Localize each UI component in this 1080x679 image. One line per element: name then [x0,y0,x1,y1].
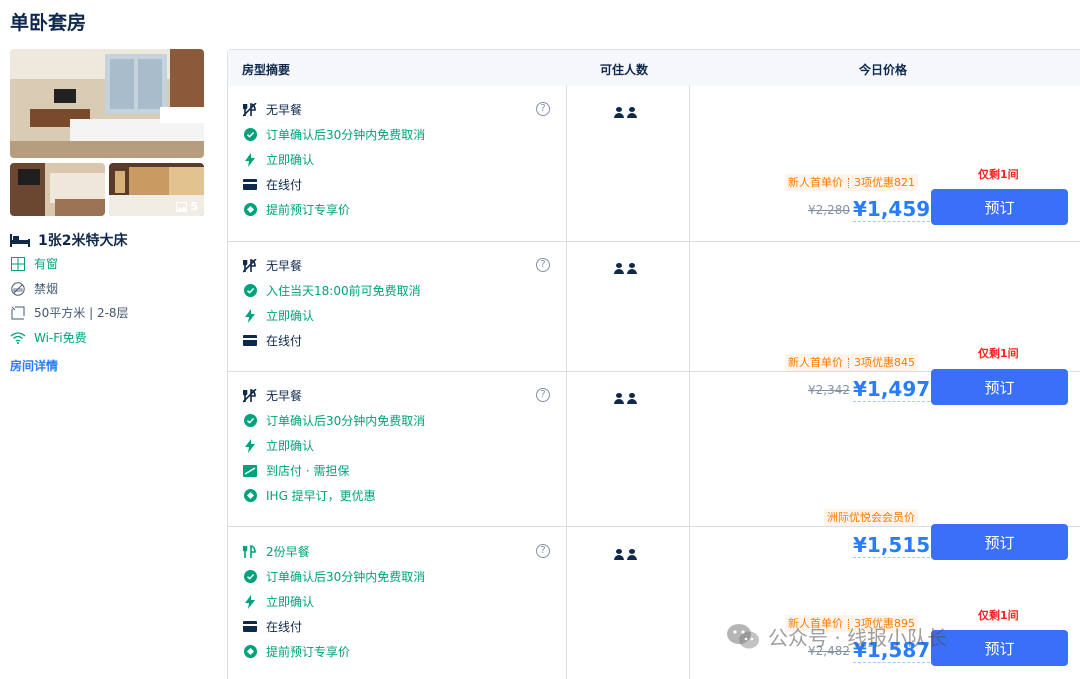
lightning-icon [242,594,258,610]
rooms-left-tag: 仅剩1间 [978,347,1019,360]
wechat-icon [727,623,759,648]
policy-breakfast: 无早餐 [242,257,302,274]
person-icon [614,393,624,404]
window-icon [10,256,26,272]
book-button[interactable]: 预订 [931,189,1068,225]
policy-offer: 提前预订专享价 [242,201,350,218]
room-photo-thumb[interactable]: 5 [109,163,204,216]
rate-table: 房型摘要 可住人数 今日价格 无早餐 订单确认后30分钟内免费取消 立即确认 在… [227,49,1080,679]
feature-window: 有窗 [10,255,58,272]
header-room-summary: 房型摘要 [242,63,291,77]
help-icon[interactable]: ? [536,388,550,402]
coupon-icon [242,488,258,504]
room-photo-main[interactable] [10,49,204,158]
occupancy-two-adults [614,549,637,560]
feature-wifi: Wi-Fi免费 [10,329,87,346]
rate-row: 无早餐 入住当天18:00前可免费取消 立即确认 在线付 ? 新人首单价 3项优惠… [228,241,1080,405]
person-icon [627,393,637,404]
current-price[interactable]: ¥1,459 [853,197,931,222]
occupancy-two-adults [614,263,637,274]
card-icon [242,333,258,349]
card-icon [242,619,258,635]
policy-confirm: 立即确认 [242,593,314,610]
policy-confirm: 立即确认 [242,151,314,168]
policy-payment: 在线付 [242,176,302,193]
occupancy-two-adults [614,393,637,404]
coupon-icon [242,644,258,660]
check-circle-icon [242,569,258,585]
person-icon [627,549,637,560]
coupon-icon [242,202,258,218]
policy-payment: 到店付 · 需担保 [242,462,349,479]
help-icon[interactable]: ? [536,102,550,116]
lightning-icon [242,152,258,168]
room-size-icon [10,305,26,321]
rate-row: 无早餐 订单确认后30分钟内免费取消 立即确认 到店付 · 需担保 IHG 提早… [228,371,1080,560]
policy-cancel: 订单确认后30分钟内免费取消 [242,126,425,143]
person-icon [627,263,637,274]
policy-offer: 提前预订专享价 [242,643,350,660]
photo-count: 5 [176,200,198,213]
room-photo-thumb[interactable] [10,163,105,216]
policy-cancel: 订单确认后30分钟内免费取消 [242,412,425,429]
rate-row: 2份早餐 订单确认后30分钟内免费取消 立即确认 在线付 提前预订专享价 ? 新… [228,526,1080,679]
policy-breakfast: 无早餐 [242,101,302,118]
policy-breakfast: 无早餐 [242,387,302,404]
policy-payment: 在线付 [242,618,302,635]
help-icon[interactable]: ? [536,258,550,272]
bed-label: 1张2米特大床 [38,233,128,249]
book-button[interactable]: 预订 [931,630,1068,666]
rate-table-header: 房型摘要 可住人数 今日价格 [228,50,1080,86]
check-circle-icon [242,413,258,429]
bed-icon [10,234,30,247]
no-smoking-icon [10,281,26,297]
policy-confirm: 立即确认 [242,437,314,454]
card-icon [242,177,258,193]
person-icon [614,549,624,560]
promo-badge: 新人首单价 3项优惠845 [785,354,918,371]
occupancy-two-adults [614,107,637,118]
image-icon [176,201,188,212]
check-circle-icon [242,127,258,143]
policy-offer: IHG 提早订，更优惠 [242,487,376,504]
policy-cancel: 入住当天18:00前可免费取消 [242,282,421,299]
original-price: ¥2,280 [808,203,850,217]
policy-confirm: 立即确认 [242,307,314,324]
bed-info: 1张2米特大床 [10,230,127,250]
room-title: 单卧套房 [10,12,87,34]
no-breakfast-icon [242,258,258,274]
member-price-badge: 洲际优悦会会员价 [824,509,918,526]
rooms-left-tag: 仅剩1间 [978,609,1019,622]
rooms-left-tag: 仅剩1间 [978,168,1019,181]
check-circle-icon [242,283,258,299]
lightning-icon [242,308,258,324]
promo-badge: 新人首单价 3项优惠821 [785,174,918,191]
no-breakfast-icon [242,388,258,404]
policy-payment: 在线付 [242,332,302,349]
feature-area-floor: 50平方米 | 2-8层 [10,304,129,321]
person-icon [627,107,637,118]
rate-row: 无早餐 订单确认后30分钟内免费取消 立即确认 在线付 提前预订专享价 ? 新人… [228,86,1080,241]
help-icon[interactable]: ? [536,544,550,558]
pay-at-hotel-icon [242,463,258,479]
header-occupancy: 可住人数 [600,63,649,77]
feature-no-smoking: 禁烟 [10,280,58,297]
room-detail-link[interactable]: 房间详情 [10,357,58,374]
watermark: 公众号 · 线报小队长 [726,622,947,651]
person-icon [614,263,624,274]
header-price: 今日价格 [859,63,908,77]
no-breakfast-icon [242,102,258,118]
lightning-icon [242,438,258,454]
policy-breakfast: 2份早餐 [242,543,310,560]
policy-cancel: 订单确认后30分钟内免费取消 [242,568,425,585]
wifi-icon [10,330,26,346]
person-icon [614,107,624,118]
breakfast-icon [242,544,258,560]
